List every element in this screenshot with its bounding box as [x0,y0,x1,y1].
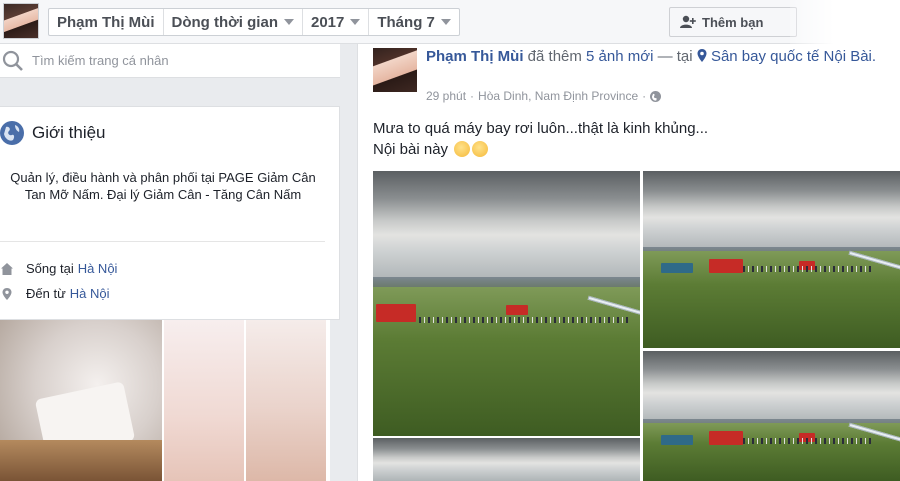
from-link[interactable]: Hà Nội [70,286,110,301]
chevron-down-icon [440,19,451,25]
post-text-line: Nội bài này [373,139,708,160]
divider [0,241,325,242]
emoji-icon [454,141,471,157]
from-label: Đến từ [26,286,66,301]
post-photo[interactable] [373,171,640,436]
post-location[interactable]: Hòa Dinh, Nam Định Province [478,89,638,103]
post-photo[interactable] [373,438,640,481]
post-author-avatar[interactable] [373,48,417,92]
add-friend-button[interactable]: Thêm bạn [669,7,797,37]
emoji-icon [472,141,489,157]
new-photos-link[interactable]: 5 ảnh mới [586,48,653,65]
home-icon [1,262,13,275]
from-row: Đến từ Hà Nội [0,286,110,301]
search-input[interactable]: Tìm kiếm trang cá nhân [32,53,169,68]
post-header: Phạm Thị Mùi đã thêm 5 ảnh mới — tại Sân… [426,46,896,67]
chevron-down-icon [283,19,294,25]
add-friend-icon [680,15,696,28]
breadcrumb-year-dropdown[interactable]: 2017 [303,9,370,35]
chevron-down-icon [350,19,361,25]
timeline-breadcrumb: Phạm Thị Mùi Dòng thời gian 2017 Tháng 7 [48,8,460,36]
timeline-post: Phạm Thị Mùi đã thêm 5 ảnh mới — tại Sân… [357,44,900,481]
breadcrumb-month-dropdown[interactable]: Tháng 7 [369,9,459,35]
profile-photo[interactable] [164,320,244,481]
location-pin-icon [697,48,707,65]
globe-icon [0,121,24,145]
add-friend-label: Thêm bạn [702,14,764,30]
intro-header: Giới thiệu [0,121,106,145]
public-globe-icon[interactable] [650,90,662,102]
lives-in-label: Sống tại [26,261,74,276]
timeline-header: Phạm Thị Mùi Dòng thời gian 2017 Tháng 7… [0,0,900,44]
breadcrumb-profile-name[interactable]: Phạm Thị Mùi [49,9,164,35]
breadcrumb-timeline-dropdown[interactable]: Dòng thời gian [164,9,303,35]
intro-title: Giới thiệu [32,123,106,142]
checkin-place-link[interactable]: Sân bay quốc tế Nội Bài. [711,48,876,65]
header-fade [790,0,900,44]
profile-search[interactable]: Tìm kiếm trang cá nhân [0,44,340,78]
post-photo[interactable] [643,351,900,481]
profile-photos-grid [0,320,330,481]
post-meta: 29 phút · Hòa Dinh, Nam Định Province · [426,89,662,103]
profile-avatar[interactable] [3,3,39,39]
post-timestamp[interactable]: 29 phút [426,89,466,103]
post-photo[interactable] [643,171,900,348]
lives-in-row: Sống tại Hà Nội [0,261,117,276]
post-text: Mưa to quá máy bay rơi luôn...thật là ki… [373,118,708,160]
profile-photo[interactable] [0,320,162,481]
intro-bio: Quản lý, điều hành và phân phối tại PAGE… [10,170,316,202]
intro-card: Giới thiệu Quản lý, điều hành và phân ph… [0,106,340,320]
post-action-text: đã thêm [527,48,582,65]
search-icon [2,50,23,71]
lives-in-link[interactable]: Hà Nội [78,261,118,276]
profile-photo[interactable] [246,320,326,481]
location-pin-icon [2,287,12,300]
post-author-link[interactable]: Phạm Thị Mùi [426,48,524,65]
post-at-text: — tại [657,48,693,65]
post-text-line: Mưa to quá máy bay rơi luôn...thật là ki… [373,120,709,137]
